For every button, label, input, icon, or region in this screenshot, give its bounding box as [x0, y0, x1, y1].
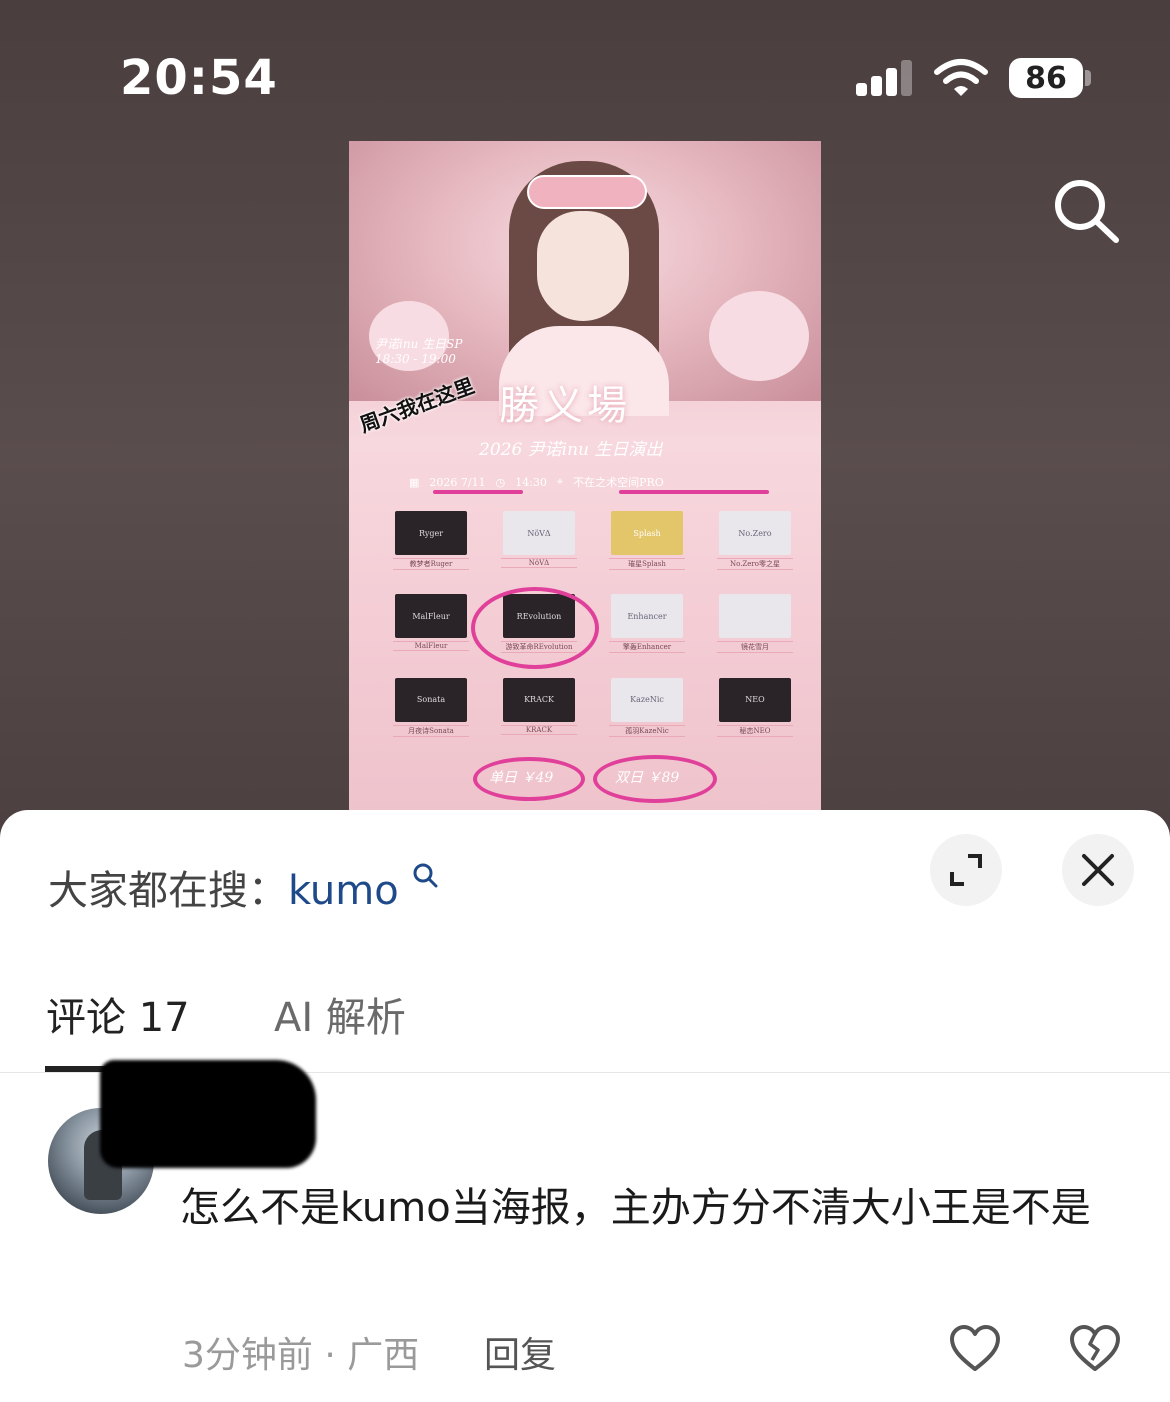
- ink-circle-price-single: [473, 757, 585, 801]
- wifi-icon: [934, 59, 988, 96]
- close-icon: [1082, 854, 1114, 886]
- band-name: 孤羽KazeNic: [609, 724, 685, 737]
- like-heart-icon[interactable]: [948, 1324, 1002, 1374]
- search-icon[interactable]: [1050, 176, 1124, 246]
- band-name: 镜花雪月: [717, 641, 793, 654]
- ink-underline-venue: [619, 490, 769, 494]
- band-logo: MalFleur: [395, 594, 467, 639]
- band-card: Splash 璀星Splash: [609, 511, 685, 584]
- band-logo: No.Zero: [719, 511, 791, 555]
- band-name: NöVΔ: [501, 558, 577, 568]
- poster-date: 2026 7/11: [429, 475, 486, 489]
- band-name: 擎轰Enhancer: [609, 641, 685, 654]
- ink-circle-revolution: [471, 587, 599, 669]
- battery-tip: [1085, 70, 1091, 86]
- ink-underline-date: [433, 490, 523, 494]
- cellular-signal-icon: [856, 60, 916, 96]
- poster-time: 14:30: [515, 475, 547, 489]
- redacted-username: [100, 1060, 316, 1168]
- poster-sp-info: 尹诺inu 生日SP 18:30 - 19:00: [375, 337, 463, 366]
- band-card: No.Zero No.Zero零之星: [717, 511, 793, 584]
- battery-indicator: 86: [1009, 58, 1083, 98]
- close-button[interactable]: [1062, 834, 1134, 906]
- comment-text: 怎么不是kumo当海报，主办方分不清大小王是不是: [180, 1185, 1091, 1231]
- comments-sheet: 大家都在搜：kumo 评论 17 AI 解析 怎么不是kumo当海报，主办方分不…: [0, 810, 1170, 1402]
- trending-keyword[interactable]: kumo: [288, 868, 399, 914]
- band-logo: KazeNic: [611, 677, 683, 722]
- band-card: 镜花雪月: [717, 594, 793, 667]
- band-card: Ryger 教梦者Ruger: [393, 511, 469, 584]
- media-viewer: 20:54 86 尹诺inu 生日SP 18:30 - 19:00 勝义場 20…: [0, 0, 1170, 830]
- band-logo: [719, 594, 791, 639]
- poster-venue: 不在之术空间PRO: [573, 476, 664, 489]
- band-card: MalFleur MalFleur: [393, 594, 469, 667]
- tab-ai-analysis[interactable]: AI 解析: [274, 985, 406, 1043]
- band-name: KRACK: [501, 724, 577, 735]
- band-logo: NEO: [719, 677, 791, 722]
- band-card: NEO 秘恋NEO: [717, 677, 793, 751]
- band-logo: Enhancer: [611, 594, 683, 639]
- plush-toy: [709, 291, 809, 381]
- expand-icon: [950, 854, 982, 886]
- band-logo: KRACK: [503, 677, 575, 722]
- band-logo: Splash: [611, 511, 683, 555]
- ink-circle-price-double: [593, 755, 717, 803]
- clock-icon: ◷: [495, 475, 506, 489]
- band-name: 教梦者Ruger: [393, 558, 469, 570]
- tab-comments[interactable]: 评论 17: [46, 985, 190, 1043]
- keyword-search-icon[interactable]: [412, 862, 438, 888]
- dislike-broken-heart-icon[interactable]: [1068, 1324, 1122, 1374]
- comment-meta: 3分钟前 · 广西: [182, 1335, 420, 1376]
- band-card: Enhancer 擎轰Enhancer: [609, 594, 685, 667]
- band-name: 月夜诗Sonata: [393, 724, 469, 737]
- band-name: 璀星Splash: [609, 558, 685, 570]
- performer-face: [537, 211, 629, 321]
- band-name: No.Zero零之星: [717, 558, 793, 570]
- poster-title: 勝义場: [499, 383, 631, 429]
- reply-button[interactable]: 回复: [484, 1326, 556, 1378]
- event-poster-image[interactable]: 尹诺inu 生日SP 18:30 - 19:00 勝义場 2026 尹诺inu …: [349, 141, 821, 810]
- band-card: Sonata 月夜诗Sonata: [393, 677, 469, 751]
- band-logo: NöVΔ: [503, 511, 575, 555]
- trending-label: 大家都在搜：: [48, 868, 288, 914]
- performer-headdress: [527, 175, 647, 209]
- band-logo: Sonata: [395, 677, 467, 722]
- band-card: KRACK KRACK: [501, 677, 577, 751]
- poster-subtitle: 2026 尹诺inu 生日演出: [479, 440, 663, 460]
- band-name: MalFleur: [393, 641, 469, 652]
- band-name: 秘恋NEO: [717, 724, 793, 737]
- trending-search[interactable]: 大家都在搜：kumo: [48, 858, 399, 916]
- band-logo: Ryger: [395, 511, 467, 555]
- band-card: NöVΔ NöVΔ: [501, 511, 577, 584]
- location-pin-icon: ⌖: [556, 475, 564, 488]
- band-card: KazeNic 孤羽KazeNic: [609, 677, 685, 751]
- calendar-icon: ▦: [409, 475, 420, 489]
- status-time: 20:54: [120, 50, 278, 106]
- expand-button[interactable]: [930, 834, 1002, 906]
